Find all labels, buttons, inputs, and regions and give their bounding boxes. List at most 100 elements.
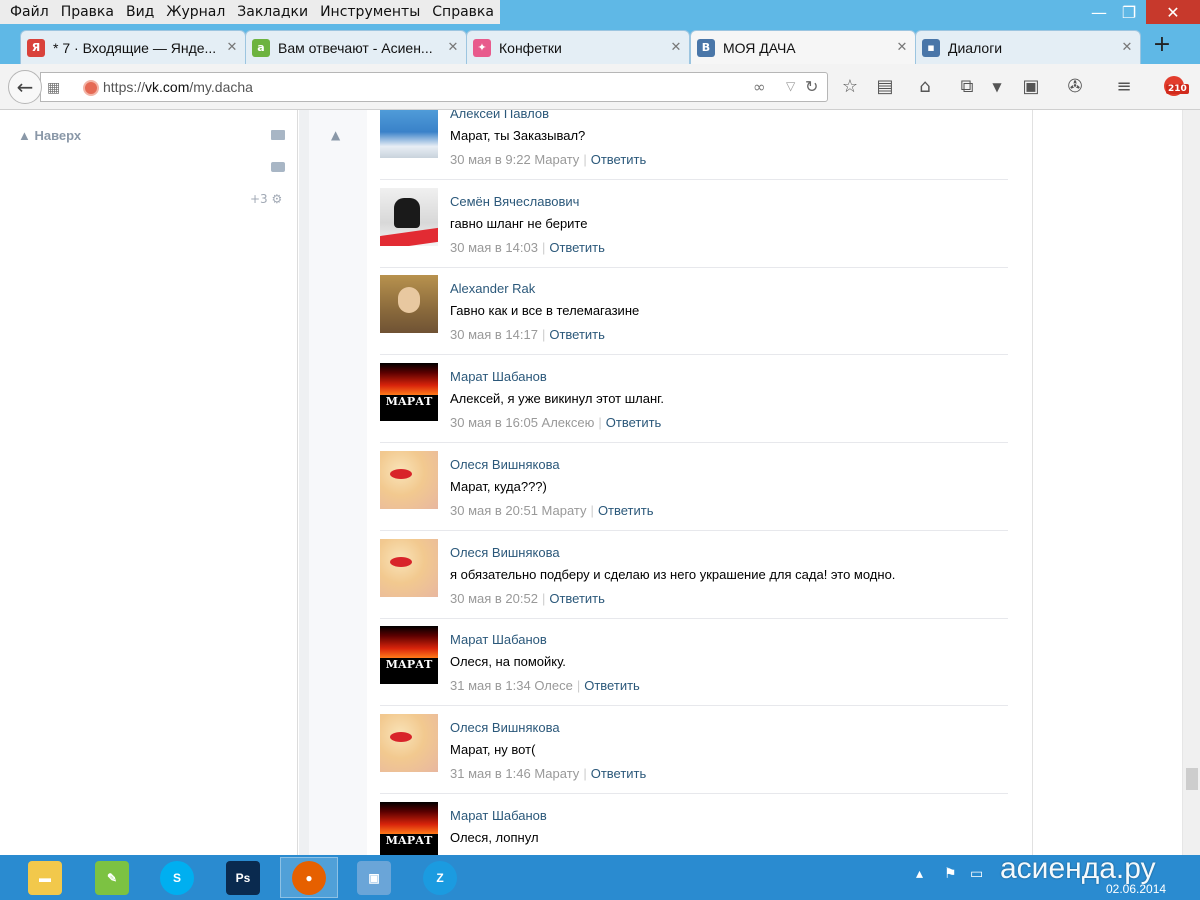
maximize-button[interactable]: ❐ <box>1114 0 1144 24</box>
taskbar-notepad-plus-button[interactable]: ✎ <box>83 857 141 898</box>
menu-item[interactable]: Закладки <box>231 0 314 24</box>
reply-link[interactable]: Ответить <box>606 415 662 430</box>
bookmark-star-icon[interactable]: ☆ <box>836 74 864 100</box>
reply-link[interactable]: Ответить <box>549 240 605 255</box>
reload-icon[interactable]: ↻ <box>805 77 818 96</box>
close-tab-icon[interactable]: ✕ <box>895 40 909 55</box>
author-name-link[interactable]: Олеся Вишнякова <box>450 457 560 472</box>
bookmarks-list-icon[interactable]: ▤ <box>871 74 899 100</box>
reply-link[interactable]: Ответить <box>591 152 647 167</box>
comment-date[interactable]: 30 мая в 14:17 <box>450 327 538 342</box>
reply-link[interactable]: Ответить <box>591 766 647 781</box>
author-name-link[interactable]: Марат Шабанов <box>450 808 547 823</box>
comment-date[interactable]: 31 мая в 1:46 Марату <box>450 766 579 781</box>
reply-link[interactable]: Ответить <box>598 503 654 518</box>
author-name-link[interactable]: Alexander Rak <box>450 281 535 296</box>
separator: | <box>590 503 594 518</box>
scrollbar-thumb[interactable] <box>1186 768 1198 790</box>
close-tab-icon[interactable]: ✕ <box>1120 40 1134 55</box>
menu-item[interactable]: Справка <box>426 0 500 24</box>
comment-date[interactable]: 30 мая в 9:22 Марату <box>450 152 579 167</box>
avatar[interactable] <box>380 451 438 509</box>
tab[interactable]: ▪ Диалоги ✕ <box>915 30 1141 64</box>
reply-link[interactable]: Ответить <box>549 327 605 342</box>
menu-item[interactable]: Файл <box>4 0 55 24</box>
avatar[interactable] <box>380 714 438 772</box>
comment-meta: 30 мая в 16:05 Алексею | Ответить <box>450 415 661 430</box>
minimize-button[interactable]: — <box>1084 0 1114 24</box>
comment-date[interactable]: 30 мая в 20:52 <box>450 591 538 606</box>
more-counter[interactable]: +3 ⚙ <box>250 192 282 206</box>
menu-icon[interactable]: ≡ <box>1110 74 1138 100</box>
network-icon[interactable]: ▭ <box>970 866 983 882</box>
back-button[interactable]: ← <box>8 70 42 104</box>
close-tab-icon[interactable]: ✕ <box>446 40 460 55</box>
taskbar-zona-button[interactable]: Z <box>411 857 469 898</box>
flag-icon[interactable]: ⚑ <box>944 866 957 882</box>
avatar[interactable] <box>380 275 438 333</box>
scroll-to-top-link[interactable]: ▲ Наверх <box>18 128 81 143</box>
reader-view-icon[interactable]: ∞ <box>753 78 766 96</box>
tab[interactable]: В МОЯ ДАЧА ✕ <box>690 30 916 64</box>
comment-text: Гавно как и все в телемагазине <box>450 303 640 318</box>
avatar[interactable]: МАРАТ <box>380 802 438 855</box>
mail-icon[interactable] <box>271 130 285 140</box>
avatar[interactable] <box>380 188 438 246</box>
notification-badge[interactable]: 210 <box>1162 76 1192 100</box>
tray-up-icon[interactable]: ▴ <box>916 866 923 882</box>
comment-date[interactable]: 30 мая в 16:05 Алексею <box>450 415 594 430</box>
avatar-logo-text: МАРАТ <box>385 834 433 847</box>
site-identity-icon[interactable]: ▦ <box>47 80 60 96</box>
film-reel-icon[interactable]: ✇ <box>1061 74 1089 100</box>
menu-item[interactable]: Журнал <box>160 0 231 24</box>
close-tab-icon[interactable]: ✕ <box>225 40 239 55</box>
comment-icon[interactable] <box>271 162 285 172</box>
reply-link[interactable]: Ответить <box>549 591 605 606</box>
history-dropdown-icon[interactable]: ▽ <box>786 79 795 93</box>
home-icon[interactable]: ⌂ <box>911 74 939 100</box>
up-arrow-icon[interactable]: ▲ <box>331 128 340 142</box>
comment-item: Alexander Rak Гавно как и все в телемагаз… <box>380 267 1008 355</box>
author-name-link[interactable]: Марат Шабанов <box>450 632 547 647</box>
menu-item[interactable]: Правка <box>55 0 120 24</box>
translate-icon[interactable]: ⧉ <box>953 74 981 100</box>
page-content: ▲ Наверх +3 ⚙ ▲ Алексей Павлов Марат, ты … <box>0 110 1200 855</box>
author-name-link[interactable]: Марат Шабанов <box>450 369 547 384</box>
author-name-link[interactable]: Семён Вячеславович <box>450 194 579 209</box>
author-name-link[interactable]: Олеся Вишнякова <box>450 720 560 735</box>
new-tab-button[interactable]: + <box>1148 32 1176 60</box>
comment-date[interactable]: 31 мая в 1:34 Олесе <box>450 678 573 693</box>
comment-date[interactable]: 30 мая в 20:51 Марату <box>450 503 587 518</box>
tab[interactable]: a Вам отвечают - Асиен... ✕ <box>245 30 467 64</box>
author-name-link[interactable]: Олеся Вишнякова <box>450 545 560 560</box>
up-gutter[interactable]: ▲ <box>309 110 367 855</box>
comment-meta: 31 мая в 1:34 Олесе | Ответить <box>450 678 640 693</box>
avatar[interactable]: МАРАТ <box>380 363 438 421</box>
tab[interactable]: ✦ Конфетки ✕ <box>466 30 690 64</box>
menu-item[interactable]: Инструменты <box>314 0 426 24</box>
url-text[interactable]: https://vk.com/my.dacha <box>103 79 253 95</box>
separator: | <box>583 152 587 167</box>
tab[interactable]: Я * 7 · Входящие — Янде... ✕ <box>20 30 246 64</box>
taskbar-photoshop-button[interactable]: Ps <box>214 857 272 898</box>
taskbar-firefox-button[interactable]: ● <box>280 857 338 898</box>
taskbar-file-explorer-button[interactable]: ▬ <box>16 857 74 898</box>
taskbar-skype-button[interactable]: S <box>148 857 206 898</box>
address-bar[interactable]: ▦ https://vk.com/my.dacha ∞ ▽ ↻ <box>40 72 828 102</box>
menu-item[interactable]: Вид <box>120 0 160 24</box>
save-icon[interactable]: ▣ <box>1017 74 1045 100</box>
tab-title: Вам отвечают - Асиен... <box>278 39 433 56</box>
taskbar-image-viewer-button[interactable]: ▣ <box>345 857 403 898</box>
avatar[interactable] <box>380 110 438 158</box>
close-window-button[interactable]: ✕ <box>1146 0 1200 24</box>
separator: | <box>576 678 581 693</box>
zona-icon: Z <box>423 860 457 895</box>
avatar[interactable] <box>380 539 438 597</box>
close-tab-icon[interactable]: ✕ <box>669 40 683 55</box>
reply-link[interactable]: Ответить <box>584 678 640 693</box>
author-name-link[interactable]: Алексей Павлов <box>450 110 549 121</box>
comment-date[interactable]: 30 мая в 14:03 <box>450 240 538 255</box>
dropdown-arrow-icon[interactable]: ▼ <box>983 74 1011 100</box>
scrollbar[interactable] <box>1182 110 1200 855</box>
avatar[interactable]: МАРАТ <box>380 626 438 684</box>
